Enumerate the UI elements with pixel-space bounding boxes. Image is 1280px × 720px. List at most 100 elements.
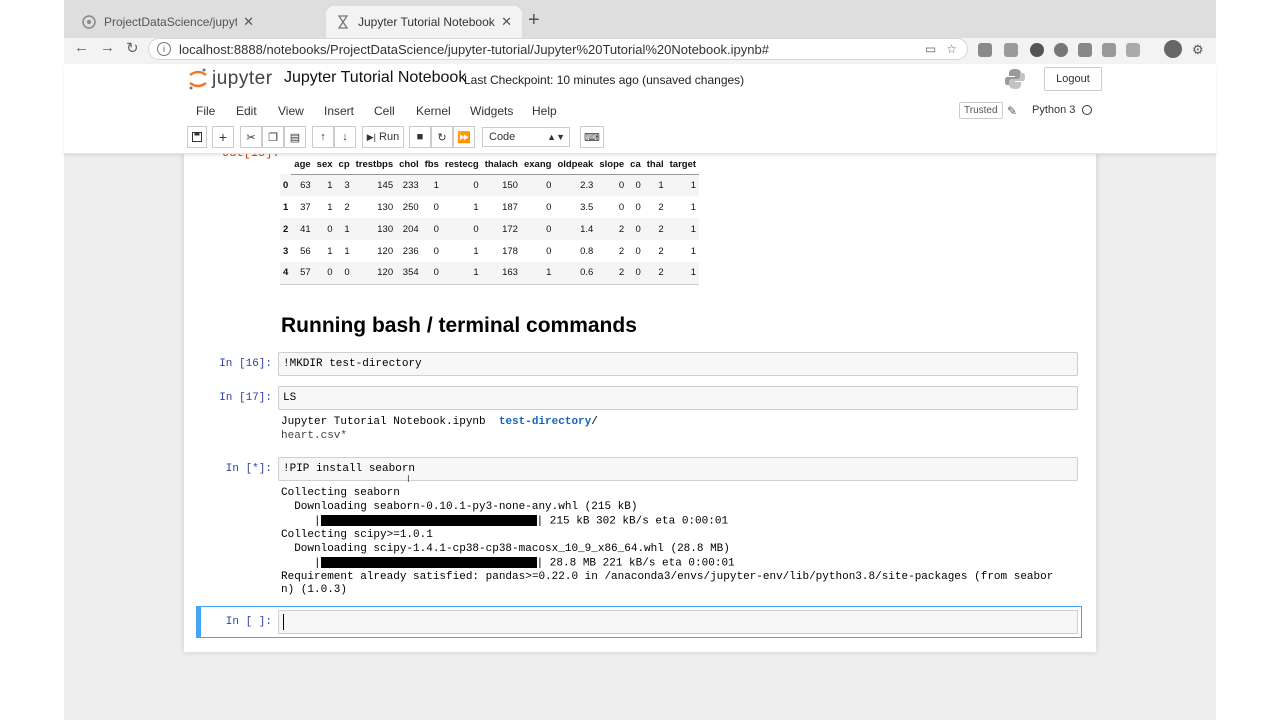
code-cell-input[interactable]: LS	[278, 386, 1078, 410]
table-cell: 120	[352, 262, 397, 285]
table-cell: 1	[313, 174, 336, 196]
column-header: thalach	[481, 156, 521, 175]
extension-icon[interactable]	[1030, 43, 1044, 57]
table-row: 4 57 0 0 120 354 0 1 163 1 0.6 2 0 2 1	[280, 262, 700, 285]
column-header: ca	[627, 156, 644, 175]
save-icon[interactable]	[187, 126, 207, 148]
table-cell: 0	[520, 174, 555, 196]
table-cell: 1	[690, 245, 697, 257]
menu-kernel[interactable]: Kernel	[416, 104, 451, 118]
trusted-badge[interactable]: Trusted	[959, 102, 1003, 119]
cut-icon[interactable]: ✂	[240, 126, 262, 148]
table-cell: 1	[666, 218, 700, 240]
table-cell: 150	[481, 174, 521, 196]
text-caret	[283, 614, 284, 630]
menu-widgets[interactable]: Widgets	[470, 104, 513, 118]
fast-forward-icon[interactable]: ⏩	[453, 126, 475, 148]
left-margin	[0, 0, 64, 720]
new-tab-button[interactable]: +	[528, 9, 540, 32]
code-cell-input[interactable]: !PIP install seaborn	[278, 457, 1078, 481]
move-up-icon[interactable]: ↑	[312, 126, 334, 148]
hourglass-icon	[336, 15, 350, 29]
close-tab-icon[interactable]: ✕	[243, 14, 254, 30]
screen: ProjectDataScience/jupyter-tu ✕ Jupyter …	[0, 0, 1280, 720]
code-cell-input[interactable]: !MKDIR test-directory	[278, 352, 1078, 376]
table-cell: 1	[473, 201, 479, 213]
table-cell: 145	[352, 174, 397, 196]
column-header: oldpeak	[554, 156, 597, 175]
output-directory: test-directory	[498, 416, 592, 428]
url-text: localhost:8888/notebooks/ProjectDataScie…	[179, 41, 769, 57]
browser-tab-inactive[interactable]: ProjectDataScience/jupyter-tu ✕	[72, 6, 264, 38]
tab-title: ProjectDataScience/jupyter-tu	[104, 15, 238, 29]
progress-bar	[320, 515, 537, 526]
extension-icon[interactable]	[1004, 43, 1018, 57]
column-header: fbs	[421, 156, 442, 175]
table-cell: 1	[643, 174, 667, 196]
reload-icon[interactable]: ↻	[126, 39, 139, 57]
menu-help[interactable]: Help	[532, 104, 557, 118]
browser-tab-active[interactable]: Jupyter Tutorial Notebook - Ju ✕	[326, 6, 522, 38]
table-cell: 1	[441, 262, 482, 285]
move-down-icon[interactable]: ↓	[334, 126, 356, 148]
logout-button[interactable]: Logout	[1044, 67, 1102, 91]
table-cell: 2	[596, 262, 628, 285]
code-cell-input[interactable]	[278, 610, 1078, 634]
table-cell: 0	[335, 262, 353, 285]
cell-type-select[interactable]: Code ▲▼	[482, 127, 570, 147]
table-cell: 130	[352, 218, 397, 240]
extension-icon[interactable]	[1126, 43, 1140, 57]
interrupt-icon[interactable]: ■	[409, 126, 431, 148]
output-text: Downloading scipy-1.4.1-cp38-cp38-macosx…	[281, 543, 730, 555]
settings-gear-icon[interactable]: ⚙	[1192, 42, 1204, 57]
table-cell: 0	[441, 174, 482, 196]
copy-icon[interactable]: ❐	[262, 126, 284, 148]
table-cell: 0	[441, 218, 482, 240]
menu-insert[interactable]: Insert	[324, 104, 354, 118]
extension-icon[interactable]	[1054, 43, 1068, 57]
row-index: 4	[280, 262, 292, 285]
extension-icon[interactable]	[978, 43, 992, 57]
menu-cell[interactable]: Cell	[374, 104, 395, 118]
cell-type-value: Code	[489, 131, 516, 143]
run-button[interactable]: ▶| Run	[362, 126, 404, 148]
menu-edit[interactable]: Edit	[236, 104, 257, 118]
progress-bar	[320, 557, 537, 568]
bookmark-star-icon[interactable]: ☆	[946, 42, 957, 56]
extension-icon[interactable]	[1102, 43, 1116, 57]
table-cell: 2.3	[554, 174, 597, 196]
table-cell: 130	[377, 201, 394, 213]
table-cell: 0	[635, 201, 641, 213]
kernel-name[interactable]: Python 3	[1032, 104, 1075, 116]
add-cell-icon[interactable]: +	[212, 126, 234, 148]
output-text: n) (1.0.3)	[281, 584, 348, 596]
menu-file[interactable]: File	[196, 104, 215, 118]
mouse-cursor-icon: I	[407, 474, 410, 485]
notebook-title[interactable]: Jupyter Tutorial Notebook	[284, 69, 466, 87]
column-header: restecg	[441, 156, 482, 175]
extension-icon[interactable]	[1078, 43, 1092, 57]
back-icon[interactable]: ←	[74, 39, 89, 56]
table-cell: 0	[627, 218, 644, 240]
jupyter-logo[interactable]: jupyter	[188, 67, 273, 91]
menu-view[interactable]: View	[278, 104, 304, 118]
cast-icon[interactable]: ▭	[925, 42, 936, 56]
table-cell: 2	[658, 245, 664, 257]
output-text: | 28.8 MB 221 kB/s eta 0:00:01	[536, 557, 735, 570]
paste-icon[interactable]: ▤	[284, 126, 306, 148]
address-bar[interactable]: i localhost:8888/notebooks/ProjectDataSc…	[148, 38, 968, 60]
table-cell: 187	[502, 201, 518, 213]
table-cell: 1	[666, 174, 700, 196]
edit-pencil-icon[interactable]: ✎	[1007, 104, 1017, 118]
table-cell: 0.6	[554, 262, 597, 285]
forward-icon[interactable]: →	[100, 39, 115, 56]
table-cell: 2	[643, 218, 667, 240]
restart-icon[interactable]: ↻	[431, 126, 453, 148]
site-info-icon[interactable]: i	[157, 42, 171, 56]
close-tab-icon[interactable]: ✕	[501, 14, 512, 30]
index-header	[280, 156, 291, 174]
profile-avatar[interactable]	[1164, 40, 1182, 58]
column-header: cp	[335, 156, 353, 175]
row-index: 1	[283, 201, 289, 213]
keyboard-icon[interactable]: ⌨	[580, 126, 604, 148]
